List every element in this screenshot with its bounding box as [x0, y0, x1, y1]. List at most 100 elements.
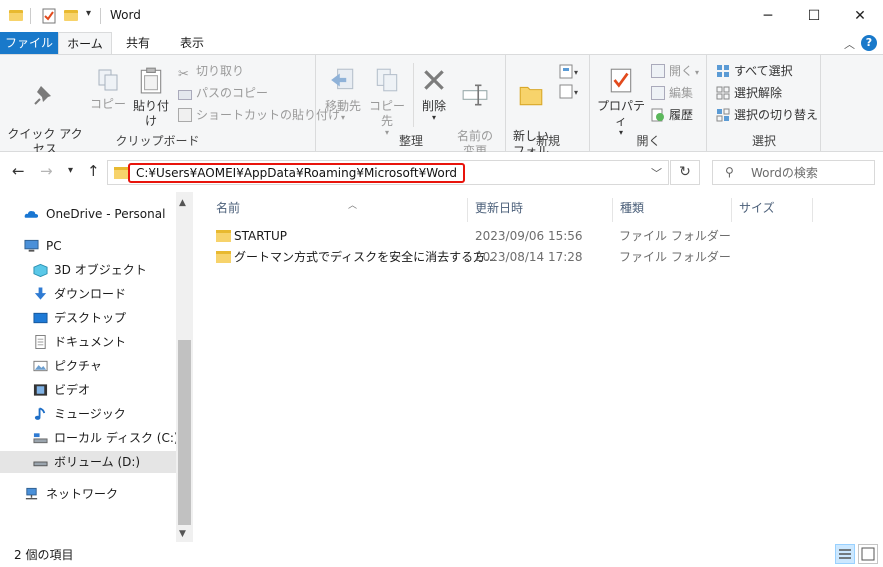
nav-pane-scrollbar[interactable]: ▲ ▼ — [176, 192, 193, 542]
address-bar[interactable]: C:¥Users¥AOMEI¥AppData¥Roaming¥Microsoft… — [107, 160, 669, 185]
paste-shortcut-button[interactable]: ショートカットの貼り付け — [178, 105, 340, 125]
paste-icon — [140, 67, 162, 94]
nav-item-label: ビデオ — [54, 383, 91, 397]
delete-dropdown-icon: ▾ — [431, 113, 436, 122]
open-button[interactable]: 開く ▾ — [651, 61, 699, 81]
search-input[interactable] — [751, 164, 871, 182]
forward-arrow-icon[interactable]: → — [40, 162, 53, 180]
folder-icon — [216, 251, 231, 263]
column-type-label: 種類 — [620, 201, 645, 215]
status-bar: 2 個の項目 — [0, 542, 883, 567]
move-to-button[interactable]: 移動先 ▾ — [321, 65, 365, 122]
open-group: プロパティ ▾ 開く ▾ 編集 履歴 開く — [591, 55, 707, 152]
properties-label: プロパティ — [596, 99, 645, 128]
column-header-modified[interactable]: 更新日時 — [469, 198, 613, 222]
refresh-button[interactable]: ↻ — [670, 160, 700, 185]
nav-item-label: ボリューム (D:) — [54, 455, 141, 469]
new-folder-quick-icon[interactable] — [64, 10, 78, 21]
properties-quick-icon[interactable] — [42, 8, 56, 24]
column-header-name[interactable]: ︿ 名前 — [210, 198, 468, 222]
file-modified: 2023/09/06 15:56 — [475, 229, 583, 243]
tab-share[interactable]: 共有 — [118, 32, 158, 54]
nav-item-downloads[interactable]: ダウンロード — [0, 283, 176, 305]
maximize-icon: ☐ — [807, 8, 821, 24]
separator — [413, 63, 414, 127]
move-to-label: 移動先 — [324, 99, 361, 113]
nav-item-music[interactable]: ミュージック — [0, 403, 176, 425]
nav-item-documents[interactable]: ドキュメント — [0, 331, 176, 353]
tab-home[interactable]: ホーム — [58, 32, 112, 54]
videos-icon — [33, 384, 48, 396]
invert-selection-button[interactable]: 選択の切り替え — [716, 105, 818, 125]
nav-item-local-disk-c[interactable]: ローカル ディスク (C:) — [0, 427, 179, 449]
onedrive-icon — [24, 211, 39, 218]
separator — [30, 8, 31, 24]
address-path[interactable]: C:¥Users¥AOMEI¥AppData¥Roaming¥Microsoft… — [128, 163, 466, 183]
organize-group-label: 整理 — [398, 134, 423, 148]
back-arrow-icon[interactable]: ← — [12, 162, 25, 180]
move-to-icon — [331, 68, 354, 90]
column-header-size[interactable]: サイズ — [733, 198, 813, 222]
nav-item-videos[interactable]: ビデオ — [0, 379, 176, 401]
copy-icon — [98, 69, 118, 91]
nav-item-pc[interactable]: PC — [0, 235, 176, 257]
folder-icon — [216, 230, 231, 242]
new-item-icon[interactable]: ▾ ▾ — [557, 63, 585, 103]
nav-item-pictures[interactable]: ピクチャ — [0, 355, 176, 377]
large-icons-view-button[interactable] — [858, 544, 878, 564]
help-icon[interactable]: ? — [861, 35, 877, 51]
customize-quick-access-icon[interactable]: ▾ — [86, 8, 91, 19]
recent-locations-icon[interactable]: ▾ — [68, 165, 73, 176]
select-none-button[interactable]: 選択解除 — [716, 83, 782, 103]
nav-item-volume-d[interactable]: ボリューム (D:) — [0, 451, 176, 473]
history-button[interactable]: 履歴 — [651, 105, 693, 125]
copy-to-label: コピー先 — [368, 99, 405, 128]
address-dropdown-icon[interactable]: ﹀ — [651, 165, 662, 181]
folder-icon — [9, 10, 23, 21]
file-row[interactable]: グートマン方式でディスクを安全に消去する方... 2023/08/14 17:2… — [210, 247, 870, 268]
folder-icon — [114, 167, 129, 179]
minimize-button[interactable]: ─ — [745, 0, 791, 32]
file-list: ︿ 名前 更新日時 種類 サイズ STARTUP 2023/09/06 15:5… — [196, 192, 883, 542]
maximize-button[interactable]: ☐ — [791, 0, 837, 32]
edit-button[interactable]: 編集 — [651, 83, 693, 103]
copy-path-button[interactable]: パスのコピー — [178, 83, 268, 103]
pin-icon — [34, 86, 51, 105]
delete-button[interactable]: 削除 ▾ — [417, 65, 451, 122]
tab-file[interactable]: ファイル — [0, 32, 58, 54]
scroll-up-icon[interactable]: ▲ — [179, 198, 186, 208]
nav-item-3d-objects[interactable]: 3D オブジェクト — [0, 259, 176, 281]
properties-button[interactable]: プロパティ ▾ — [595, 65, 647, 137]
nav-item-network[interactable]: ネットワーク — [0, 483, 176, 505]
organize-group: 移動先 ▾ コピー先 ▾ 削除 ▾ 名前の 変更 整理 — [317, 55, 506, 158]
nav-item-onedrive[interactable]: OneDrive - Personal — [0, 203, 176, 225]
select-group-label: 選択 — [751, 134, 776, 148]
column-header-type[interactable]: 種類 — [614, 198, 732, 222]
select-all-button[interactable]: すべて選択 — [716, 61, 793, 81]
nav-item-label: PC — [46, 239, 62, 253]
search-box[interactable]: ⚲ — [712, 160, 875, 185]
copy-label: コピー — [89, 97, 126, 111]
collapse-ribbon-icon[interactable]: ︿ — [844, 36, 855, 52]
copy-path-label: パスのコピー — [196, 86, 269, 100]
column-name-label: 名前 — [216, 201, 241, 215]
cut-button[interactable]: ✂ 切り取り — [178, 61, 244, 82]
documents-icon — [35, 335, 46, 349]
file-row[interactable]: STARTUP 2023/09/06 15:56 ファイル フォルダー — [210, 226, 870, 247]
details-view-button[interactable] — [835, 544, 855, 564]
copy-button[interactable]: コピー — [88, 67, 128, 112]
copy-to-button[interactable]: コピー先 ▾ — [365, 65, 409, 137]
scroll-down-icon[interactable]: ▼ — [179, 529, 186, 539]
tab-view[interactable]: 表示 — [170, 32, 214, 54]
music-icon — [34, 407, 46, 420]
desktop-icon — [33, 312, 48, 324]
nav-item-desktop[interactable]: デスクトップ — [0, 307, 176, 329]
up-arrow-icon[interactable]: ↑ — [87, 162, 100, 180]
close-button[interactable]: ✕ — [837, 0, 883, 32]
ribbon-tabs: ファイル ホーム 共有 表示 ︿ ? — [0, 32, 883, 54]
scrollbar-thumb[interactable] — [178, 340, 191, 525]
paste-button[interactable]: 貼り付け — [128, 65, 174, 129]
svg-text:▾: ▾ — [574, 68, 578, 77]
local-disk-icon — [33, 433, 48, 444]
copy-path-icon — [178, 90, 192, 100]
